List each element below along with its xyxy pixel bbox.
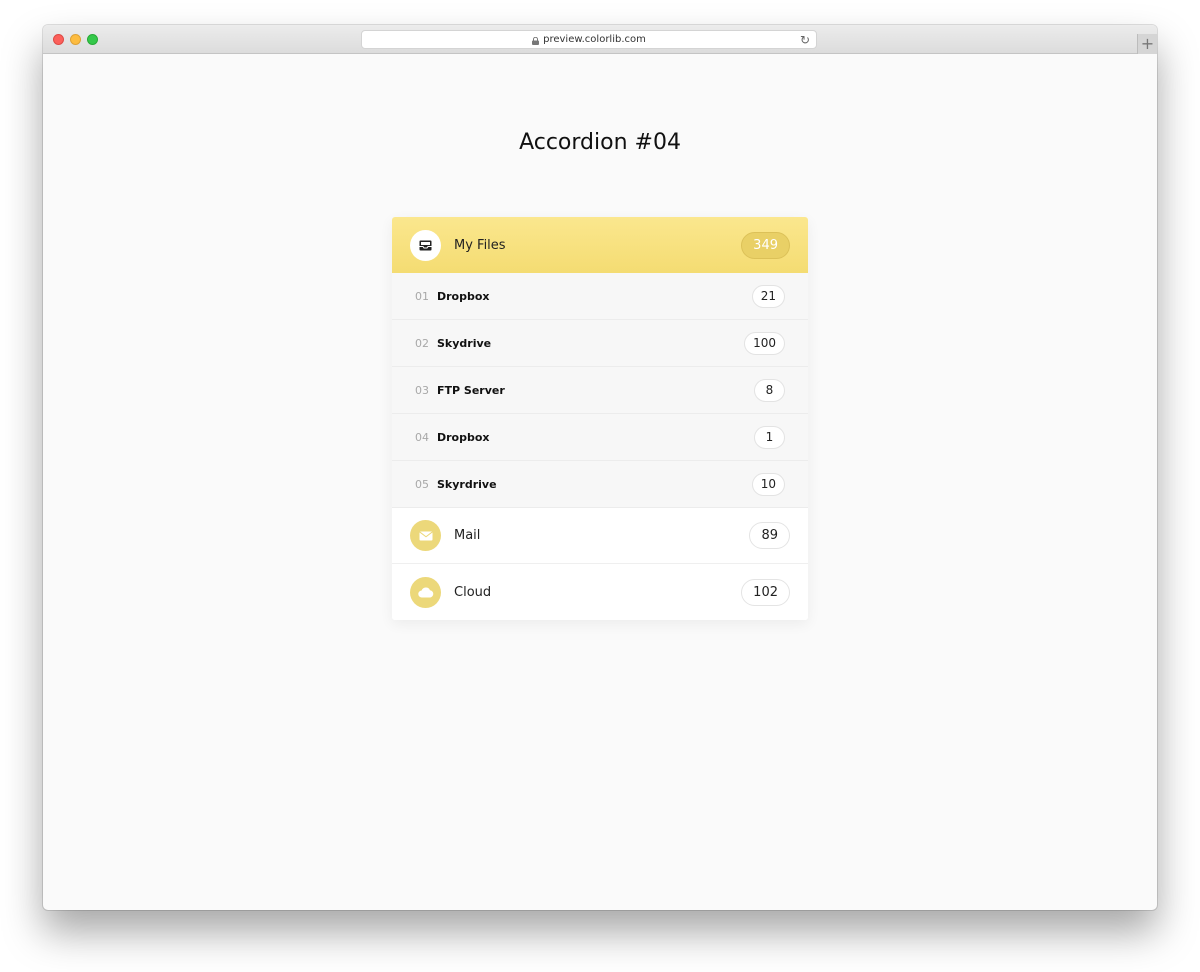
- item-number: 04: [415, 430, 429, 444]
- count-badge: 89: [749, 522, 790, 549]
- new-tab-button[interactable]: +: [1137, 34, 1157, 54]
- list-item[interactable]: 02 Skydrive 100: [392, 320, 808, 367]
- accordion: My Files 349 01 Dropbox 21 02 Skydrive 1…: [392, 217, 808, 620]
- item-label: FTP Server: [437, 383, 505, 397]
- item-number: 03: [415, 383, 429, 397]
- list-item[interactable]: 05 Skyrdrive 10: [392, 461, 808, 508]
- close-window-button[interactable]: [53, 34, 64, 45]
- accordion-header-label: Mail: [454, 528, 481, 543]
- item-label: Dropbox: [437, 430, 490, 444]
- accordion-header-my-files[interactable]: My Files 349: [392, 217, 808, 273]
- accordion-header-cloud[interactable]: Cloud 102: [392, 564, 808, 620]
- count-badge: 10: [751, 472, 785, 496]
- item-number: 01: [415, 289, 429, 303]
- item-number: 05: [415, 477, 429, 491]
- item-label: Skyrdrive: [437, 477, 497, 491]
- count-badge: 102: [741, 578, 790, 606]
- envelope-icon: [410, 520, 441, 551]
- page-title: Accordion #04: [519, 130, 681, 155]
- url-text: preview.colorlib.com: [543, 34, 646, 45]
- item-label: Skydrive: [437, 336, 492, 350]
- reload-icon[interactable]: ↻: [800, 33, 810, 47]
- inbox-icon: [410, 229, 441, 261]
- minimize-window-button[interactable]: [70, 34, 81, 45]
- count-badge: 1: [754, 425, 785, 449]
- count-badge: 349: [741, 231, 790, 259]
- address-bar[interactable]: preview.colorlib.com ↻: [361, 30, 817, 49]
- browser-titlebar: preview.colorlib.com ↻ +: [43, 25, 1157, 54]
- cloud-icon: [410, 576, 441, 608]
- accordion-header-label: My Files: [454, 237, 506, 253]
- accordion-header-label: Cloud: [454, 584, 492, 600]
- zoom-window-button[interactable]: [87, 34, 98, 45]
- count-badge: 21: [751, 284, 785, 308]
- count-badge: 8: [754, 378, 785, 402]
- sub-list: 01 Dropbox 21 02 Skydrive 100 03 FTP Ser…: [392, 273, 808, 508]
- count-badge: 100: [744, 331, 785, 355]
- item-number: 02: [415, 336, 429, 350]
- lock-icon: [532, 36, 540, 45]
- item-label: Dropbox: [437, 289, 490, 303]
- accordion-header-mail[interactable]: Mail 89: [392, 508, 808, 564]
- list-item[interactable]: 04 Dropbox 1: [392, 414, 808, 461]
- list-item[interactable]: 01 Dropbox 21: [392, 273, 808, 320]
- list-item[interactable]: 03 FTP Server 8: [392, 367, 808, 414]
- browser-window: preview.colorlib.com ↻ + Accordion #04 M…: [43, 25, 1157, 910]
